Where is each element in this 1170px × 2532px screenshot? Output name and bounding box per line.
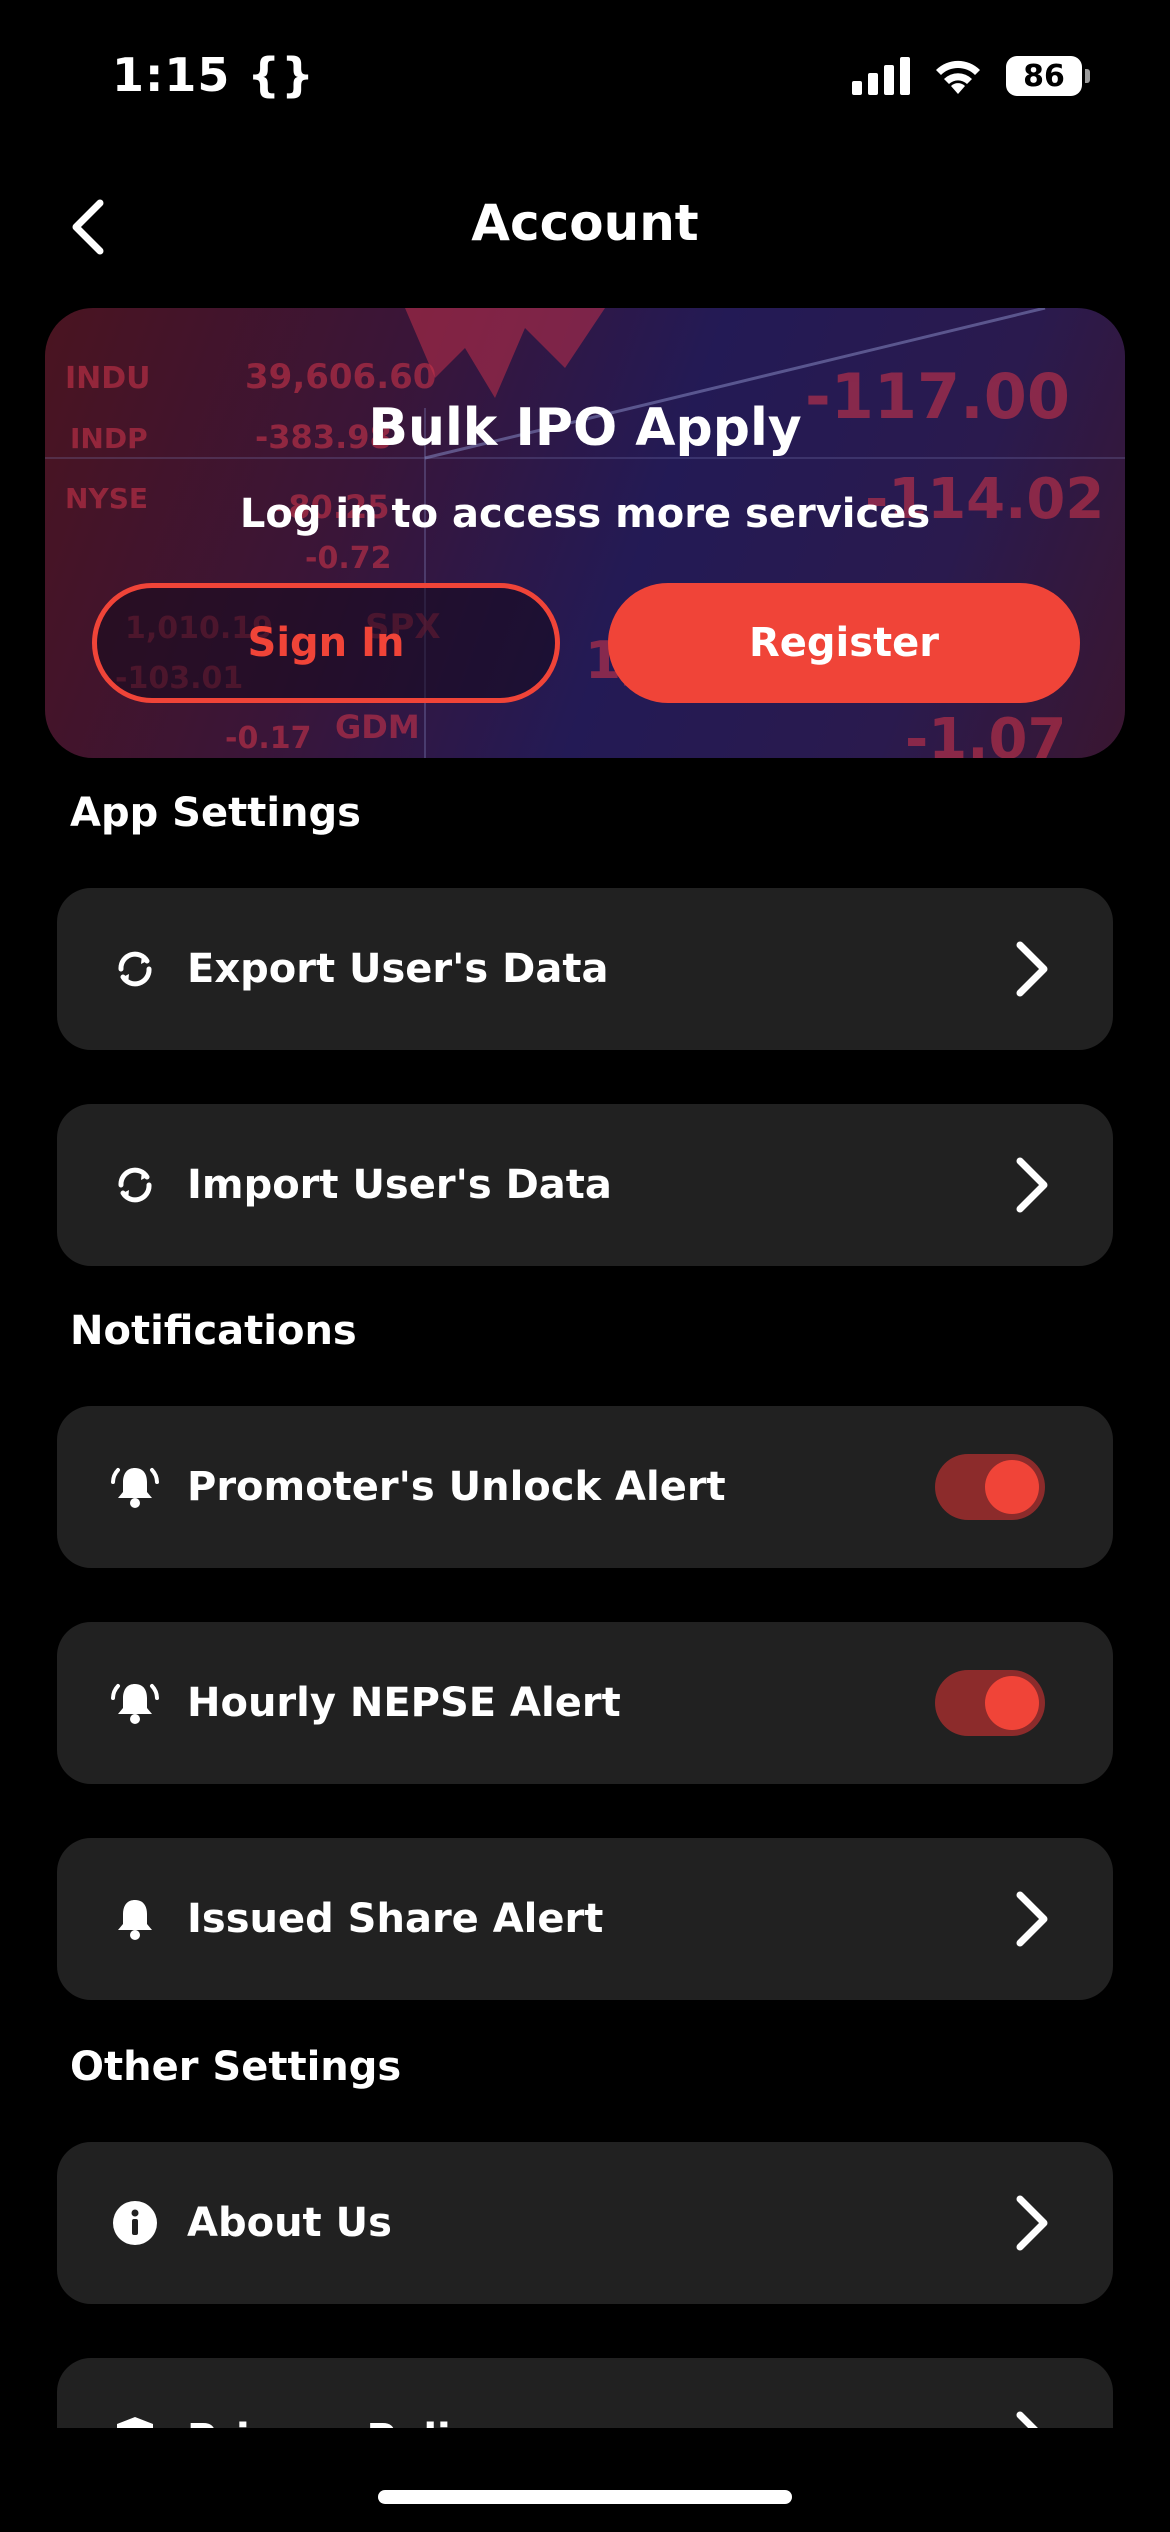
register-button[interactable]: Register xyxy=(608,583,1080,703)
hourly-nepse-alert-row: Hourly NEPSE Alert xyxy=(57,1622,1113,1784)
info-icon xyxy=(107,2195,163,2251)
chevron-right-icon xyxy=(1007,2404,1057,2428)
import-user-data-row[interactable]: Import User's Data xyxy=(57,1104,1113,1266)
row-label: Hourly NEPSE Alert xyxy=(187,1680,621,1726)
promoter-unlock-alert-toggle[interactable] xyxy=(935,1454,1045,1520)
battery-level: 86 xyxy=(1006,56,1082,96)
svg-text:-0.72: -0.72 xyxy=(305,541,391,576)
chevron-right-icon xyxy=(1007,2188,1057,2258)
row-label: Import User's Data xyxy=(187,1162,612,1208)
battery-icon: 86 xyxy=(1006,56,1090,96)
about-us-row[interactable]: About Us xyxy=(57,2142,1113,2304)
privacy-policy-row[interactable]: Privacy Policy xyxy=(57,2358,1113,2428)
toggle-knob xyxy=(985,1676,1039,1730)
banner-title: Bulk IPO Apply xyxy=(368,398,802,458)
cellular-signal-icon xyxy=(852,57,910,95)
sync-icon xyxy=(107,1157,163,1213)
svg-text:INDU: INDU xyxy=(65,361,151,396)
issued-share-alert-row[interactable]: Issued Share Alert xyxy=(57,1838,1113,2000)
svg-text:-1.07: -1.07 xyxy=(905,707,1066,758)
bell-icon xyxy=(107,1891,163,1947)
toggle-knob xyxy=(985,1460,1039,1514)
page-title: Account xyxy=(471,194,699,252)
status-icons: 86 xyxy=(852,56,1090,96)
sign-in-button[interactable]: Sign In xyxy=(92,583,560,703)
wifi-icon xyxy=(936,60,980,94)
svg-text:-0.17: -0.17 xyxy=(225,721,311,756)
banner-subtitle: Log in to access more services xyxy=(239,491,931,537)
chevron-right-icon xyxy=(1007,1150,1057,1220)
chevron-right-icon xyxy=(1007,1884,1057,1954)
nav-header: Account xyxy=(0,180,1170,270)
row-label: About Us xyxy=(187,2200,392,2246)
screen-content: 1:15 {} 86 Account 39,606.60 -383.98 -80… xyxy=(0,0,1170,2428)
sync-icon xyxy=(107,941,163,997)
shield-icon xyxy=(107,2411,163,2428)
row-label: Issued Share Alert xyxy=(187,1896,604,1942)
home-indicator[interactable] xyxy=(378,2490,792,2504)
section-title-app-settings: App Settings xyxy=(70,790,361,836)
hourly-nepse-alert-toggle[interactable] xyxy=(935,1670,1045,1736)
login-banner: 39,606.60 -383.98 -80.25 -0.72 1,010.19 … xyxy=(45,308,1125,758)
bell-ring-icon xyxy=(107,1675,163,1731)
chevron-right-icon xyxy=(1007,934,1057,1004)
promoter-unlock-alert-row: Promoter's Unlock Alert xyxy=(57,1406,1113,1568)
status-bar: 1:15 {} 86 xyxy=(0,0,1170,150)
row-label: Promoter's Unlock Alert xyxy=(187,1464,726,1510)
export-user-data-row[interactable]: Export User's Data xyxy=(57,888,1113,1050)
bell-ring-icon xyxy=(107,1459,163,1515)
row-label: Export User's Data xyxy=(187,946,609,992)
svg-text:GDM: GDM xyxy=(335,708,420,746)
section-title-other-settings: Other Settings xyxy=(70,2044,402,2090)
svg-text:39,606.60: 39,606.60 xyxy=(245,357,436,397)
row-label: Privacy Policy xyxy=(187,2416,501,2428)
section-title-notifications: Notifications xyxy=(70,1308,357,1354)
status-time: 1:15 {} xyxy=(112,48,315,102)
